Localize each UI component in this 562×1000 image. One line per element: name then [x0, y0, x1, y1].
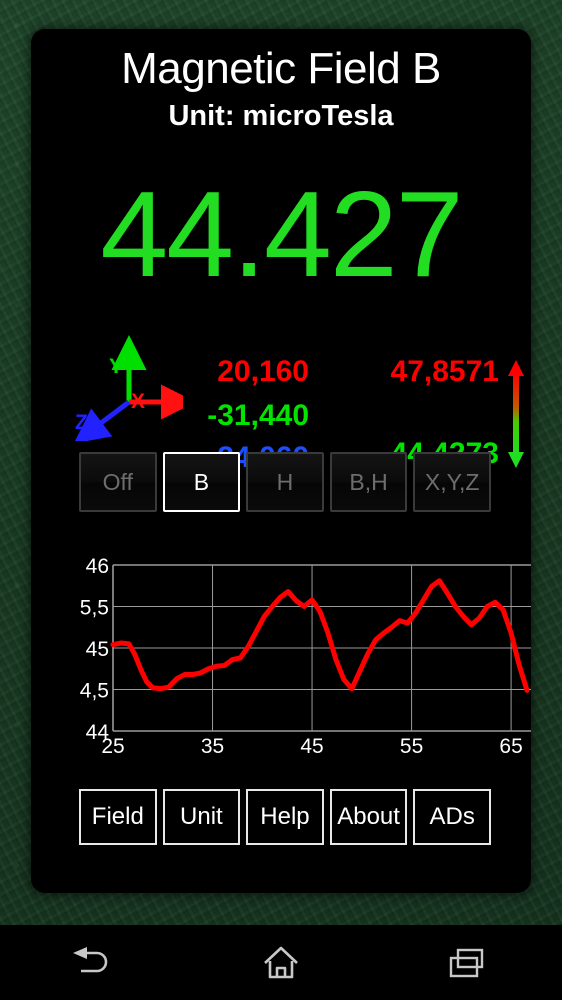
magnetic-field-value: 44.427	[100, 166, 463, 302]
mode-button-xyz[interactable]: X,Y,Z	[413, 452, 491, 512]
recents-icon	[450, 948, 484, 977]
menu-button-unit[interactable]: Unit	[162, 789, 241, 845]
back-button[interactable]	[44, 933, 144, 993]
mode-button-row: Off B H B,H X,Y,Z	[79, 452, 491, 512]
chart-ytick-label: 45	[86, 638, 109, 661]
android-navigation-bar	[0, 925, 562, 1000]
chart-ytick-label: 5,5	[80, 597, 109, 620]
menu-button-help[interactable]: Help	[246, 789, 324, 845]
chart-xtick-label: 45	[300, 735, 323, 758]
menu-button-ads[interactable]: ADs	[413, 789, 491, 845]
chart-xtick-label: 65	[499, 735, 522, 758]
chart-ytick-label: 46	[86, 555, 109, 578]
component-x-value: 20,160	[217, 355, 309, 388]
component-y-value: -31,440	[207, 399, 309, 432]
mode-button-off[interactable]: Off	[79, 452, 157, 512]
recents-button[interactable]	[418, 933, 518, 993]
home-icon	[264, 946, 298, 978]
chart-ytick-label: 4,5	[80, 680, 109, 703]
magnetic-field-chart: 44 4,5 45 5,5 46 25 35 45 55 65	[31, 526, 531, 771]
chart-xtick-label: 55	[400, 735, 423, 758]
menu-button-row: Field Unit Help About ADs	[79, 789, 491, 845]
mode-button-h[interactable]: H	[246, 452, 324, 512]
axis-label-z: Z	[75, 411, 88, 434]
max-value: 47,8571	[390, 355, 499, 388]
page-title: Magnetic Field B	[121, 44, 441, 93]
menu-button-about[interactable]: About	[329, 789, 408, 845]
range-arrow-icon	[505, 359, 527, 469]
chart-xtick-label: 25	[101, 735, 124, 758]
home-button[interactable]	[231, 933, 331, 993]
mode-button-bh[interactable]: B,H	[329, 452, 408, 512]
app-card: Magnetic Field B Unit: microTesla 44.427…	[31, 29, 531, 893]
chart-xtick-label: 35	[201, 735, 224, 758]
back-icon	[72, 946, 107, 972]
unit-label: Unit: microTesla	[168, 100, 394, 132]
mode-button-b[interactable]: B	[162, 452, 241, 512]
axis-label-y: Y	[109, 355, 124, 378]
menu-button-field[interactable]: Field	[79, 789, 157, 845]
